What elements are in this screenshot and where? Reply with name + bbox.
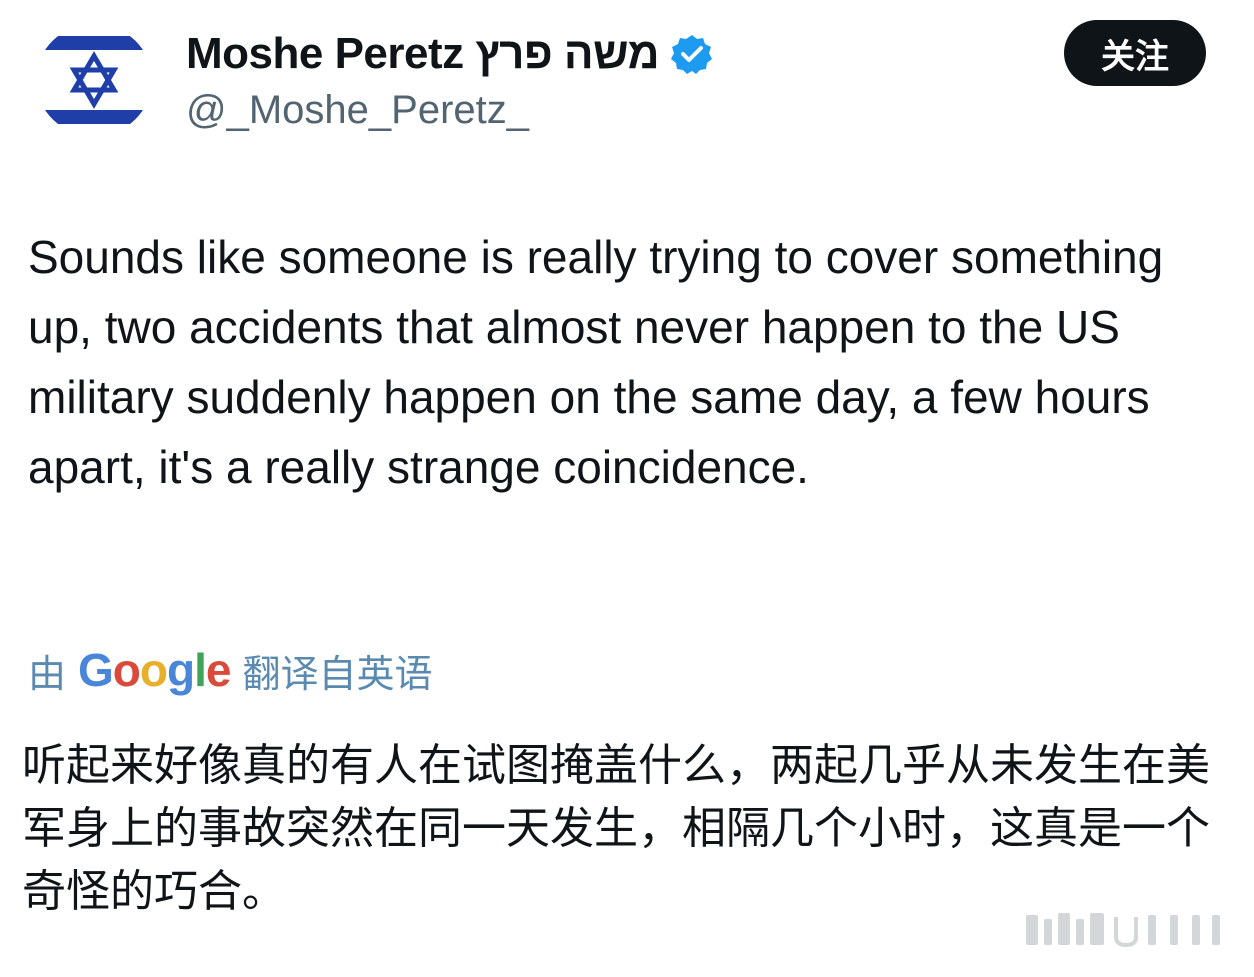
watermark-icon: [1026, 913, 1220, 948]
translation-attribution[interactable]: 由 Google 翻译自英语: [28, 640, 433, 700]
avatar[interactable]: [36, 24, 152, 136]
translation-prefix: 由: [28, 653, 67, 696]
verified-badge-icon: [671, 33, 713, 75]
display-name[interactable]: Moshe Peretz משה פרץ: [186, 29, 660, 79]
google-logo: Google: [78, 644, 231, 696]
translated-text: 听起来好像真的有人在试图掩盖什么，两起几乎从未发生在美军身上的事故突然在同一天发…: [22, 741, 1210, 916]
user-handle[interactable]: @_Moshe_Peretz_: [186, 88, 529, 133]
israel-flag-icon: [36, 24, 152, 136]
translation-suffix: 翻译自英语: [242, 653, 433, 696]
follow-button[interactable]: 关注: [1064, 20, 1206, 86]
profile-name-row[interactable]: Moshe Peretz משה פרץ: [186, 28, 713, 80]
tweet-text: Sounds like someone is really trying to …: [28, 231, 1164, 493]
